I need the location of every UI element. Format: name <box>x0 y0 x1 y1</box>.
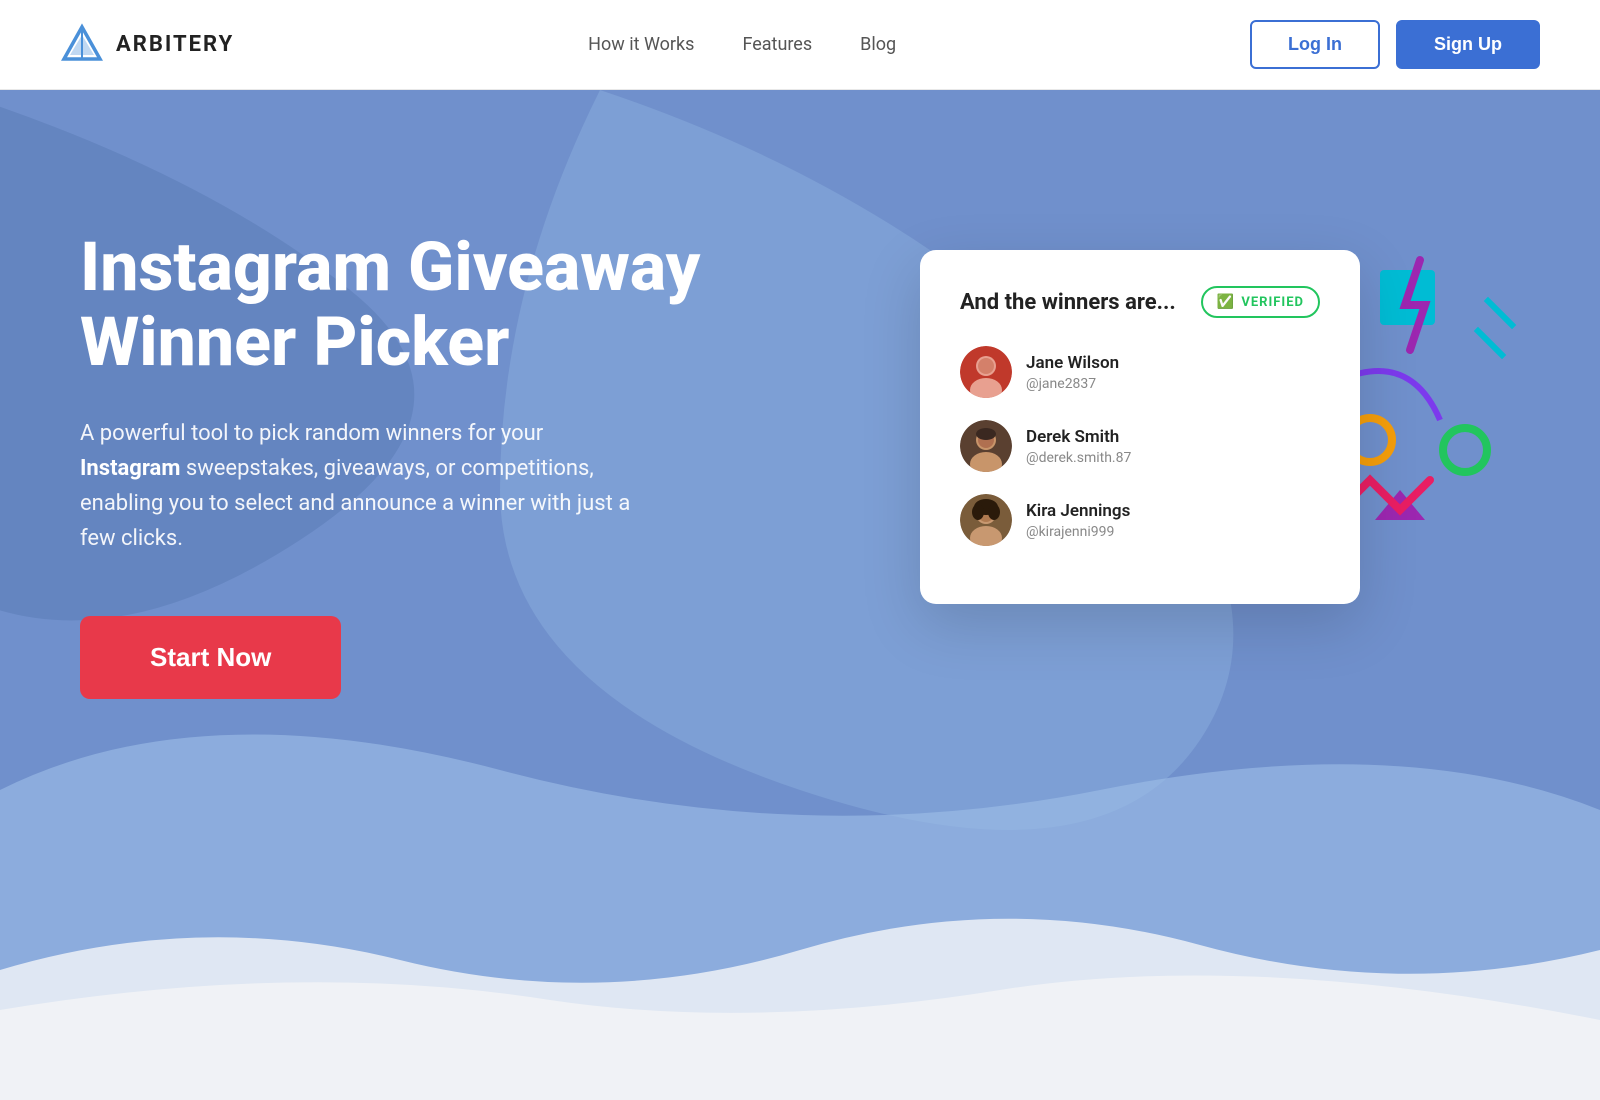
login-button[interactable]: Log In <box>1250 20 1380 69</box>
brand-name: ARBITERY <box>116 32 234 57</box>
nav-how-it-works[interactable]: How it Works <box>588 34 694 55</box>
winner-info-3: Kira Jennings @kirajenni999 <box>1026 501 1130 540</box>
signup-button[interactable]: Sign Up <box>1396 20 1540 69</box>
winner-avatar-3 <box>960 494 1012 546</box>
start-now-button[interactable]: Start Now <box>80 616 341 699</box>
hero-content: Instagram Giveaway Winner Picker A power… <box>0 90 1600 1100</box>
nav-links: How it Works Features Blog <box>588 34 896 55</box>
hero-section: Instagram Giveaway Winner Picker A power… <box>0 90 1600 1100</box>
logo-icon <box>60 23 104 67</box>
verified-badge: ✅ VERIFIED <box>1201 286 1320 318</box>
hero-description-prefix: A powerful tool to pick random winners f… <box>80 421 543 446</box>
winner-name-1: Jane Wilson <box>1026 353 1119 373</box>
winner-row-1: Jane Wilson @jane2837 <box>960 346 1320 398</box>
hero-left: Instagram Giveaway Winner Picker A power… <box>80 190 760 699</box>
verified-label: VERIFIED <box>1241 295 1304 310</box>
nav-features[interactable]: Features <box>742 34 812 55</box>
winner-handle-1: @jane2837 <box>1026 376 1119 392</box>
winner-info-2: Derek Smith @derek.smith.87 <box>1026 427 1131 466</box>
winners-card-header: And the winners are... ✅ VERIFIED <box>960 286 1320 318</box>
hero-right: And the winners are... ✅ VERIFIED <box>760 190 1520 604</box>
winner-row-3: Kira Jennings @kirajenni999 <box>960 494 1320 546</box>
winner-info-1: Jane Wilson @jane2837 <box>1026 353 1119 392</box>
hero-description: A powerful tool to pick random winners f… <box>80 416 640 557</box>
hero-title: Instagram Giveaway Winner Picker <box>80 230 760 380</box>
winners-card-title: And the winners are... <box>960 290 1176 315</box>
winners-card: And the winners are... ✅ VERIFIED <box>920 250 1360 604</box>
verified-check-icon: ✅ <box>1217 294 1235 310</box>
winner-avatar-1 <box>960 346 1012 398</box>
nav-actions: Log In Sign Up <box>1250 20 1540 69</box>
winner-handle-3: @kirajenni999 <box>1026 524 1130 540</box>
winner-row-2: Derek Smith @derek.smith.87 <box>960 420 1320 472</box>
logo-area: ARBITERY <box>60 23 234 67</box>
nav-blog[interactable]: Blog <box>860 34 896 55</box>
navbar: ARBITERY How it Works Features Blog Log … <box>0 0 1600 90</box>
winner-name-2: Derek Smith <box>1026 427 1131 447</box>
hero-description-bold: Instagram <box>80 456 180 481</box>
winner-avatar-2 <box>960 420 1012 472</box>
winner-name-3: Kira Jennings <box>1026 501 1130 521</box>
winner-handle-2: @derek.smith.87 <box>1026 450 1131 466</box>
